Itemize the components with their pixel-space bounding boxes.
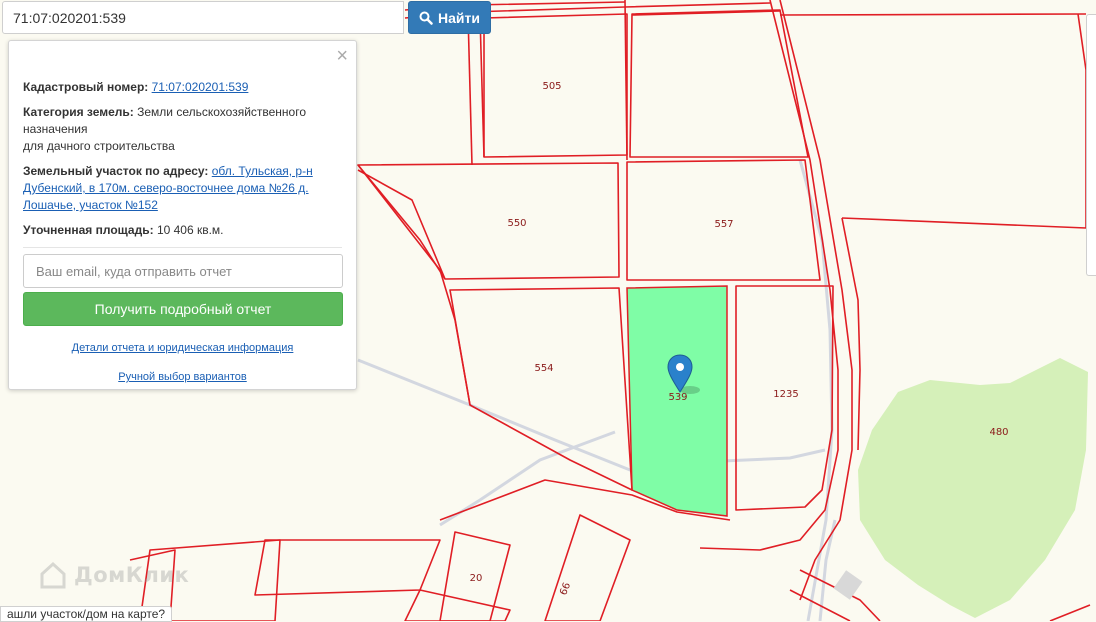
land-category-label: Категория земель: [23,105,134,119]
get-report-button[interactable]: Получить подробный отчет [23,292,343,326]
parcel-label-557: 557 [714,219,733,230]
area-row: Уточненная площадь: 10 406 кв.м. [23,222,342,239]
area-label: Уточненная площадь: [23,223,154,237]
search-input[interactable] [2,1,404,34]
manual-selection-link[interactable]: Ручной выбор вариантов [118,371,246,383]
details-link-wrap: Детали отчета и юридическая информация [23,340,342,357]
cadastral-number-row: Кадастровый номер: 71:07:020201:539 [23,79,342,96]
parcel-label-539: 539 [668,392,687,403]
parcel-label-480: 480 [989,427,1008,438]
cadastral-number-label: Кадастровый номер: [23,80,149,94]
watermark-text: ДомКлик [74,563,190,587]
report-details-link[interactable]: Детали отчета и юридическая информация [72,342,294,354]
address-link-3[interactable]: Лошачье, участок №152 [23,198,158,212]
parcel-label-1235: 1235 [773,389,798,400]
area-value: 10 406 кв.м. [156,223,224,237]
panel-divider [23,247,342,248]
domclick-watermark: ДомКлик [38,560,189,590]
right-side-panel-edge[interactable] [1086,14,1096,276]
search-button-label: Найти [438,9,480,26]
parcel-label-554: 554 [534,363,553,374]
search-icon [419,11,433,25]
parcel-label-550: 550 [507,218,526,229]
land-category-value-2: назначения [23,122,88,136]
address-label: Земельный участок по адресу: [23,164,209,178]
manual-link-wrap: Ручной выбор вариантов [23,369,342,386]
land-category-value-3: для дачного строительства [23,139,175,153]
address-link-2[interactable]: Дубенский, в 170м. северо-восточнее дома… [23,181,309,195]
land-category-value-1: Земли сельскохозяйственного [137,105,307,119]
parcel-label-20: 20 [470,573,483,584]
parcel-label-505: 505 [542,81,561,92]
close-icon[interactable]: × [336,46,348,66]
cadastral-number-link[interactable]: 71:07:020201:539 [152,80,249,94]
land-category-row: Категория земель: Земли сельскохозяйстве… [23,104,342,155]
address-link-1[interactable]: обл. Тульская, р-н [212,164,313,178]
search-button[interactable]: Найти [408,1,491,34]
email-input[interactable] [23,254,343,288]
parcel-info-panel: × Кадастровый номер: 71:07:020201:539 Ка… [8,40,357,390]
house-logo-icon [40,561,66,589]
address-row: Земельный участок по адресу: обл. Тульск… [23,163,342,214]
bottom-hint-tab[interactable]: ашли участок/дом на карте? [0,606,173,622]
